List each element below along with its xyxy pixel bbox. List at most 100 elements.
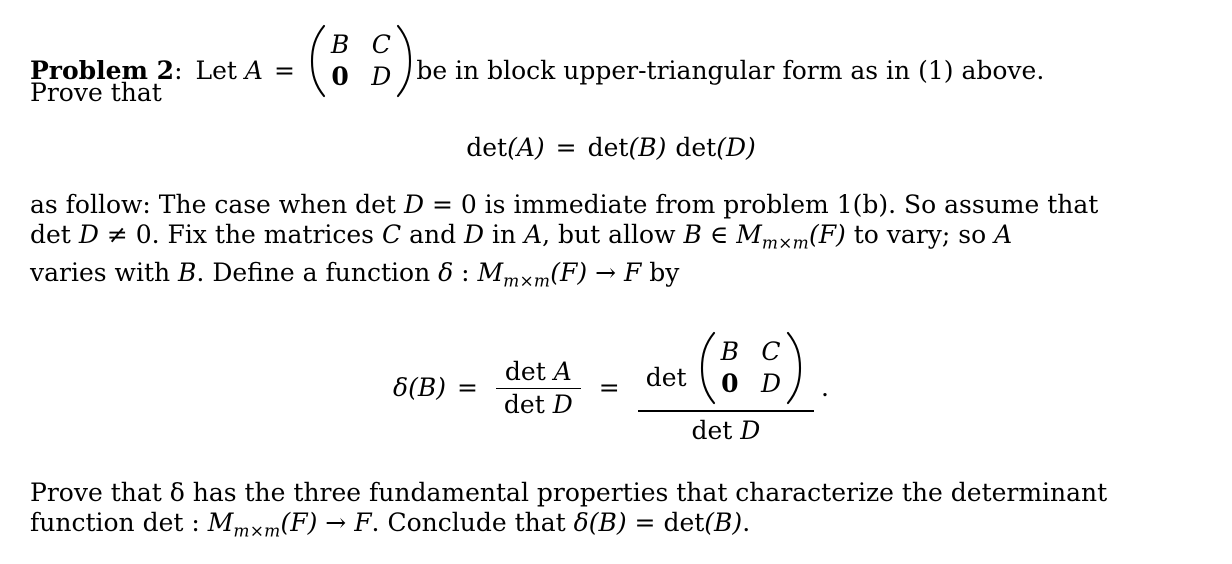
det-arg-D: (D) <box>716 133 756 162</box>
conclude-l2-F1: (F) <box>280 508 318 537</box>
matrix-cell-r2c2: D <box>371 62 392 91</box>
assume-l1-a: as follow: The case when det <box>30 190 396 219</box>
delta-equals-1: = <box>456 373 478 403</box>
matrix-cell-r2c1: 0 <box>331 62 349 91</box>
display-equation-delta: δ (B) = det A det D = det B C 0 D det D . <box>30 330 1192 447</box>
assume-l2-D2: D <box>464 220 485 249</box>
frac2-den-D: D <box>740 415 761 445</box>
assume-l2-C: C <box>381 220 402 249</box>
equation-trailing-period: . <box>821 373 829 403</box>
matrix-grid: BC0D <box>326 30 396 92</box>
fraction-detA-over-detD: det A det D <box>495 356 581 422</box>
assume-l2-elem: ∈ <box>709 220 729 249</box>
frac-matrix-cell-r2c2: D <box>760 369 782 398</box>
conclude-line-2: function det : Mm×m(F) → F. Conclude tha… <box>30 508 1192 546</box>
assume-l3-M: M <box>477 258 504 288</box>
fraction-numerator-detA: det A <box>497 356 580 388</box>
assume-l3-F2: F <box>623 258 642 288</box>
frac1-den-det: det <box>503 390 545 420</box>
assume-l2-F: (F) <box>808 220 846 249</box>
assume-line-1: as follow: The case when det D = 0 is im… <box>30 190 1192 220</box>
conclude-l2-a: function det : <box>30 508 200 537</box>
conclude-paragraph: Prove that δ has the three fundamental p… <box>30 478 1192 546</box>
assume-l2-D1: D <box>78 220 99 249</box>
assume-l2-butallow: , but allow <box>542 220 676 249</box>
conclude-l2-eq: = <box>634 508 656 537</box>
assume-l2-c: ≠ 0. Fix the matrices <box>106 220 375 249</box>
matrix-grid: BC0D <box>716 337 786 399</box>
left-parenthesis-icon <box>309 24 326 98</box>
intro-after-matrix: be in block upper-triangular form as in … <box>416 56 1045 85</box>
frac-matrix-cell-r1c2: C <box>761 337 781 366</box>
equation-det-row: det (A) = det (B) det (D) <box>466 133 756 163</box>
assume-l3-varies: varies with <box>30 258 171 288</box>
assume-paragraph: as follow: The case when det D = 0 is im… <box>30 190 1192 297</box>
conclude-l2-det: det <box>663 508 705 537</box>
left-parenthesis-icon <box>699 331 716 405</box>
frac-matrix-cell-r1c1: B <box>720 337 739 366</box>
assume-l2-in: in <box>492 220 517 249</box>
display-equation-det: det (A) = det (B) det (D) <box>30 133 1192 163</box>
problem-label-colon: : <box>174 56 183 85</box>
assume-l1-c: = 0 is immediate from problem 1(b). So a… <box>431 190 1099 219</box>
assume-l3-by: by <box>649 258 680 288</box>
assume-l3-define: . Define a function <box>196 258 431 288</box>
assume-l2-A2: A <box>994 220 1013 249</box>
equation-det-equals: = <box>555 133 577 162</box>
det-arg-A: (A) <box>507 133 545 162</box>
frac1-num-A: A <box>553 356 572 386</box>
conclude-l2-arrow: → <box>325 508 347 537</box>
conclude-l2-delta: δ <box>573 508 589 537</box>
assume-l2-B: B <box>683 220 702 249</box>
assume-l3-delta: δ <box>438 258 454 288</box>
assume-l3-M-subscript: m×m <box>503 271 551 292</box>
conclude-l2-detarg: (B) <box>704 508 743 537</box>
assume-l2-M: M <box>736 220 762 249</box>
matrix-cell-r1c2: C <box>371 30 391 59</box>
fraction-detmatrix-over-detD: det B C 0 D det D <box>637 330 815 447</box>
det-arg-B: (B) <box>628 133 667 162</box>
frac2-den-det: det <box>691 415 733 445</box>
intro-before-matrix: Let <box>195 56 245 85</box>
assume-l2-det: det <box>30 220 71 249</box>
assume-l3-B: B <box>178 258 197 288</box>
document-page: Problem 2: Let A = B C 0 Dbe in block upper-t… <box>0 0 1232 564</box>
conclude-line-1: Prove that δ has the three fundamental p… <box>30 478 1192 508</box>
assume-l2-A: A <box>524 220 543 249</box>
assume-l2-tovary: to vary; so <box>853 220 987 249</box>
assume-l3-colon: : <box>461 258 470 288</box>
fraction-denominator-detD: det D <box>496 389 581 421</box>
delta-equals-2: = <box>598 373 620 403</box>
assume-l1-D: D <box>403 190 424 219</box>
frac1-num-det: det <box>504 356 546 386</box>
intro-paragraph: Problem 2: Let A = B C 0 Dbe in block upper-t… <box>30 24 1192 108</box>
block-matrix-A: BC0D <box>309 24 413 98</box>
equals-sign: = <box>273 56 295 85</box>
det-function-rhs-1: det <box>587 133 629 162</box>
conclude-l2-F2: F <box>354 508 372 537</box>
assume-l3-F1: (F) <box>550 258 588 288</box>
conclude-l2-M: M <box>207 508 234 537</box>
conclude-l1-text: Prove that δ has the three fundamental p… <box>30 478 1108 507</box>
conclude-l2-end: . <box>742 508 751 537</box>
det-function-rhs-2: det <box>675 133 717 162</box>
assume-l2-M-subscript: m×m <box>761 233 809 254</box>
block-matrix-in-fraction: BC0D <box>699 331 803 405</box>
matrix-cell-r1c1: B <box>330 30 350 59</box>
assume-l3-arrow: → <box>595 258 617 288</box>
conclude-l2-deltaarg: (B) <box>588 508 627 537</box>
delta-argument-B: (B) <box>408 373 446 403</box>
equation-delta-row: δ (B) = det A det D = det B C 0 D det D . <box>393 330 829 447</box>
frac-matrix-cell-r2c1: 0 <box>721 369 739 398</box>
matrix-variable-A: A <box>244 56 263 85</box>
conclude-l2-M-subscript: m×m <box>233 521 281 542</box>
problem-statement-line: Problem 2: Let A = B C 0 Dbe in block upper-t… <box>30 24 1192 98</box>
right-parenthesis-icon <box>396 24 413 98</box>
frac2-num-det: det <box>645 363 687 392</box>
fraction-numerator-det-matrix: det B C 0 D <box>638 330 814 410</box>
fraction-denominator-detD-2: det D <box>683 412 768 447</box>
assume-line-2: det D ≠ 0. Fix the matrices C and D in A… <box>30 220 1192 258</box>
conclude-l2-b: . Conclude that <box>371 508 566 537</box>
assume-l2-and: and <box>409 220 457 249</box>
delta-symbol: δ <box>393 373 409 403</box>
